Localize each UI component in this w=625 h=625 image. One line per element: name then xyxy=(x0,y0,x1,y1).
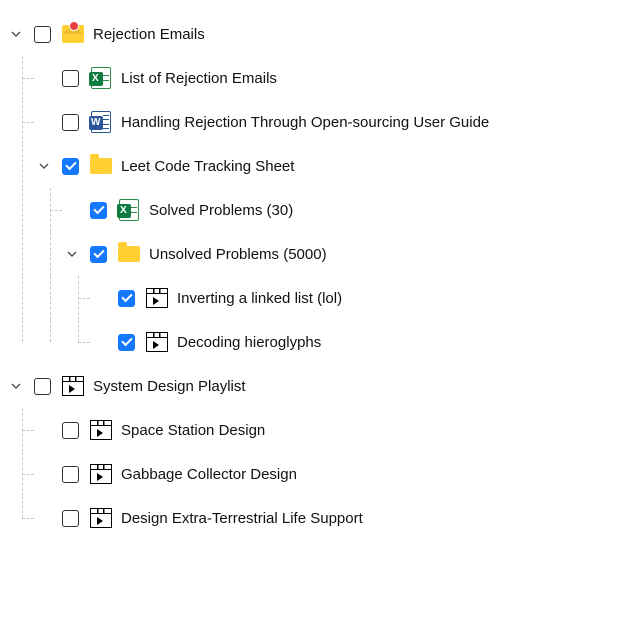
checkbox[interactable] xyxy=(90,202,107,219)
tree-guide xyxy=(36,276,64,320)
tree-guide xyxy=(36,232,64,276)
checkbox[interactable] xyxy=(62,466,79,483)
tree-guide xyxy=(8,496,36,540)
tree-guide xyxy=(8,56,36,100)
tree-item-label: Rejection Emails xyxy=(93,26,205,43)
tree-item-list-rejection-emails[interactable]: List of Rejection Emails xyxy=(8,56,617,100)
checkbox[interactable] xyxy=(34,26,51,43)
video-icon xyxy=(145,330,169,354)
video-icon xyxy=(61,374,85,398)
video-icon xyxy=(89,418,113,442)
tree-item-decoding-hieroglyphs[interactable]: Decoding hieroglyphs xyxy=(8,320,617,364)
tree-item-space-station-design[interactable]: Space Station Design xyxy=(8,408,617,452)
tree-item-solved-problems[interactable]: Solved Problems (30) xyxy=(8,188,617,232)
envelope-icon xyxy=(61,22,85,46)
video-icon xyxy=(89,506,113,530)
tree-guide xyxy=(36,188,64,232)
checkbox[interactable] xyxy=(118,334,135,351)
tree-item-label: List of Rejection Emails xyxy=(121,70,277,87)
tree-guide xyxy=(8,408,36,452)
tree-item-label: Handling Rejection Through Open-sourcing… xyxy=(121,114,489,131)
tree-item-label: Decoding hieroglyphs xyxy=(177,334,321,351)
checkbox[interactable] xyxy=(118,290,135,307)
tree-item-label: Gabbage Collector Design xyxy=(121,466,297,483)
tree-guide xyxy=(8,452,36,496)
tree-item-label: Solved Problems (30) xyxy=(149,202,293,219)
excel-icon xyxy=(89,66,113,90)
chevron-down-icon[interactable] xyxy=(8,26,24,42)
tree-guide xyxy=(8,320,36,364)
checkbox[interactable] xyxy=(62,70,79,87)
file-tree: Rejection Emails List of Rejection Emails… xyxy=(8,12,617,540)
excel-icon xyxy=(117,198,141,222)
tree-guide xyxy=(8,276,36,320)
tree-guide xyxy=(8,188,36,232)
tree-item-garbage-collector-design[interactable]: Gabbage Collector Design xyxy=(8,452,617,496)
folder-icon xyxy=(89,154,113,178)
tree-guide xyxy=(8,100,36,144)
tree-guide xyxy=(8,232,36,276)
chevron-down-icon[interactable] xyxy=(64,246,80,262)
tree-item-design-et-life-support[interactable]: Design Extra-Terrestrial Life Support xyxy=(8,496,617,540)
tree-item-label: Space Station Design xyxy=(121,422,265,439)
checkbox[interactable] xyxy=(62,114,79,131)
checkbox[interactable] xyxy=(62,422,79,439)
tree-item-label: Unsolved Problems (5000) xyxy=(149,246,327,263)
tree-item-leet-code-tracking[interactable]: Leet Code Tracking Sheet xyxy=(8,144,617,188)
tree-guide xyxy=(64,320,92,364)
tree-item-inverting-linked-list[interactable]: Inverting a linked list (lol) xyxy=(8,276,617,320)
video-icon xyxy=(145,286,169,310)
tree-item-label: Design Extra-Terrestrial Life Support xyxy=(121,510,363,527)
checkbox[interactable] xyxy=(62,510,79,527)
folder-icon xyxy=(117,242,141,266)
checkbox[interactable] xyxy=(90,246,107,263)
chevron-down-icon[interactable] xyxy=(36,158,52,174)
checkbox[interactable] xyxy=(62,158,79,175)
tree-item-unsolved-problems[interactable]: Unsolved Problems (5000) xyxy=(8,232,617,276)
tree-guide xyxy=(64,276,92,320)
tree-guide xyxy=(36,320,64,364)
chevron-down-icon[interactable] xyxy=(8,378,24,394)
video-icon xyxy=(89,462,113,486)
tree-guide xyxy=(8,144,36,188)
tree-item-label: Leet Code Tracking Sheet xyxy=(121,158,294,175)
tree-item-label: Inverting a linked list (lol) xyxy=(177,290,342,307)
tree-item-handling-rejection-guide[interactable]: Handling Rejection Through Open-sourcing… xyxy=(8,100,617,144)
tree-item-label: System Design Playlist xyxy=(93,378,246,395)
tree-item-rejection-emails[interactable]: Rejection Emails xyxy=(8,12,617,56)
word-icon xyxy=(89,110,113,134)
tree-item-system-design-playlist[interactable]: System Design Playlist xyxy=(8,364,617,408)
checkbox[interactable] xyxy=(34,378,51,395)
